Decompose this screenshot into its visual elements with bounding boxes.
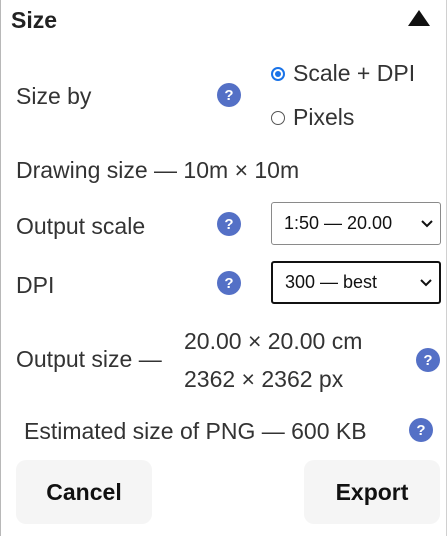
radio-scale-dpi-label: Scale + DPI [293,60,416,86]
output-scale-label: Output scale [16,213,146,239]
collapse-button[interactable] [406,7,432,29]
output-size-label: Output size — [16,346,162,372]
radio-pixels[interactable]: Pixels [271,104,354,131]
size-by-help-icon[interactable]: ? [217,83,241,107]
radio-pixels-label: Pixels [293,104,355,130]
output-scale-value: 1:50 — 20.00 [284,213,393,233]
cancel-button[interactable]: Cancel [16,460,152,524]
drawing-size-text: Drawing size — 10m × 10m [16,157,300,183]
dpi-label: DPI [16,272,55,298]
estimated-size-text: Estimated size of PNG — 600 KB [24,418,367,444]
radio-checked-icon [271,66,285,81]
output-scale-help-icon[interactable]: ? [217,212,241,236]
section-title: Size [11,7,58,33]
triangle-up-icon [408,10,430,26]
size-panel: Size Size by ? Scale + DPI Pixels Drawin… [0,0,447,536]
chevron-down-icon [421,219,433,227]
chevron-down-icon [420,278,432,286]
radio-scale-dpi[interactable]: Scale + DPI [271,60,415,87]
estimated-size-help-icon[interactable]: ? [409,418,433,442]
dpi-select[interactable]: 300 — best [271,261,441,304]
size-by-label: Size by [16,83,92,109]
radio-unchecked-icon [271,110,285,125]
export-button[interactable]: Export [304,460,440,524]
output-size-help-icon[interactable]: ? [416,348,440,372]
dpi-value: 300 — best [285,272,378,292]
output-size-px: 2362 × 2362 px [184,366,344,392]
output-size-cm: 20.00 × 20.00 cm [184,328,363,354]
output-scale-select[interactable]: 1:50 — 20.00 [271,202,441,245]
dpi-help-icon[interactable]: ? [217,271,241,295]
